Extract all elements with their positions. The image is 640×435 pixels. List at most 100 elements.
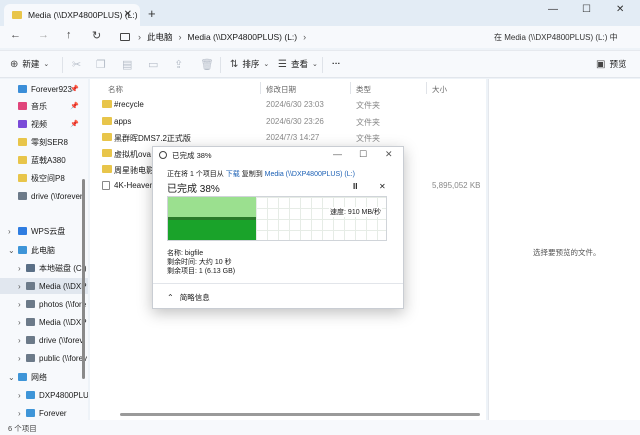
transfer-speed: 速度: 910 MB/秒 [329, 207, 382, 217]
sidebar-item-drive[interactable]: drive (\\forever [18, 188, 83, 204]
breadcrumb-this-pc[interactable]: 此电脑 [147, 31, 173, 43]
horizontal-scrollbar[interactable] [120, 413, 480, 416]
folder-icon [12, 11, 22, 19]
cut-icon[interactable]: ✂ [72, 58, 81, 71]
file-icon [102, 181, 110, 190]
chevron-right-icon[interactable]: › [18, 391, 21, 400]
chevron-right-icon[interactable]: › [8, 227, 11, 236]
sidebar-item-music[interactable]: 音乐 [18, 98, 47, 114]
rename-icon[interactable]: ▭ [148, 58, 158, 71]
paste-icon[interactable]: ▤ [122, 58, 132, 71]
network-drive-icon [18, 192, 27, 200]
chevron-down-icon[interactable]: ⌄ [8, 373, 15, 382]
items-remaining: 剩余项目: 1 (6.13 GB) [167, 268, 236, 275]
sidebar-scrollbar[interactable] [82, 179, 85, 379]
chevron-right-icon[interactable]: › [18, 282, 21, 291]
less-details-button[interactable]: ⌃ 简略信息 [167, 292, 210, 303]
sidebar-item-videos[interactable]: 视频 [18, 116, 47, 132]
close-button[interactable]: ✕ [616, 4, 624, 15]
chevron-right-icon[interactable]: › [18, 336, 21, 345]
chevron-right-icon[interactable]: › [18, 300, 21, 309]
title-bar: Media (\\DXP4800PLUS) (L:) ✕ + — ☐ ✕ [0, 0, 640, 26]
sidebar-item-c-drive[interactable]: 本地磁盘 (C:) [26, 260, 87, 276]
new-tab-button[interactable]: + [148, 6, 156, 21]
dialog-minimize-button[interactable]: — [333, 149, 342, 159]
folder-icon [102, 100, 112, 108]
file-type: 文件夹 [356, 118, 380, 127]
new-button[interactable]: ⊕ 新建 ⌄ [10, 58, 53, 70]
chevron-down-icon: ⌄ [263, 61, 270, 68]
sidebar-item-ser8[interactable]: 零刻SER8 [18, 134, 68, 150]
sidebar-item-drive-2[interactable]: drive (\\forev [26, 332, 83, 348]
pin-icon: 📌 [70, 86, 79, 93]
chevron-right-icon[interactable]: › [18, 318, 21, 327]
sidebar-item-photos[interactable]: photos (\\fore [26, 296, 86, 312]
command-bar: ⊕ 新建 ⌄ ✂ ❐ ▤ ▭ ⇪ 🗑 ⇅ 排序 ⌄ ☰ 查看 ⌄ ··· ▣ 预… [0, 50, 640, 78]
table-row[interactable]: apps 2024/6/30 23:26 文件夹 [98, 114, 484, 130]
status-bar: 6 个项目 [0, 420, 640, 435]
sidebar-item-a380[interactable]: 蓝戟A380 [18, 152, 66, 168]
maximize-button[interactable]: ☐ [582, 4, 591, 15]
sidebar-item-label: 视频 [31, 119, 47, 129]
column-header-date[interactable]: 修改日期 [266, 84, 296, 95]
cloud-icon [18, 227, 27, 235]
search-input[interactable]: 在 Media (\\DXP4800PLUS) (L:) 中 [486, 28, 636, 46]
clock-icon [159, 151, 167, 159]
refresh-button[interactable]: ↻ [92, 29, 101, 42]
column-divider[interactable] [260, 82, 261, 94]
preview-pane-button[interactable]: ▣ 预览 [596, 58, 626, 70]
chevron-down-icon: ⌄ [43, 61, 50, 68]
pause-button[interactable]: II [353, 182, 357, 191]
view-button[interactable]: ☰ 查看 ⌄ [278, 58, 322, 70]
sidebar-item-forever[interactable]: Forever [26, 405, 67, 420]
sidebar-item-dxp4800plus[interactable]: DXP4800PLUS [26, 387, 88, 403]
sidebar-item-public[interactable]: public (\\forev [26, 350, 87, 366]
column-divider[interactable] [350, 82, 351, 94]
sidebar-item-p8[interactable]: 极空间P8 [18, 170, 65, 186]
preview-label: 预览 [609, 59, 627, 69]
cancel-button[interactable]: ✕ [379, 182, 386, 191]
sidebar-item-media[interactable]: Media (\\DXP [0, 278, 88, 294]
column-header-size[interactable]: 大小 [432, 84, 447, 95]
chevron-right-icon[interactable]: › [18, 354, 21, 363]
sidebar-item-label: 网络 [31, 372, 47, 382]
dialog-maximize-button[interactable]: ☐ [359, 149, 367, 160]
dialog-close-button[interactable]: ✕ [385, 149, 393, 160]
chevron-down-icon[interactable]: ⌄ [8, 246, 15, 255]
chevron-right-icon[interactable]: › [18, 264, 21, 273]
more-button[interactable]: ··· [332, 58, 341, 68]
sidebar-item-network[interactable]: 网络 [18, 369, 47, 385]
share-icon[interactable]: ⇪ [174, 58, 183, 71]
minimize-button[interactable]: — [548, 4, 558, 15]
table-row[interactable]: 黑群晖DMS7.2正式版 2024/7/3 14:27 文件夹 [98, 130, 484, 146]
sidebar-item-forever923[interactable]: Forever923 [18, 81, 72, 97]
delete-icon[interactable]: 🗑 [200, 58, 214, 71]
chevron-right-icon[interactable]: › [18, 409, 21, 418]
percent-complete: 已完成 38% [167, 184, 220, 195]
address-bar: ← → ↑ ↻ › 此电脑 › Media (\\DXP4800PLUS) (L… [0, 26, 640, 48]
destination-link[interactable]: Media (\\DXP4800PLUS) (L:) [265, 171, 355, 178]
tab-media[interactable]: Media (\\DXP4800PLUS) (L:) ✕ [4, 4, 140, 26]
file-date: 2024/6/30 23:03 [266, 100, 324, 109]
column-header-name[interactable]: 名称 [108, 84, 123, 95]
source-link[interactable]: 下载 [226, 171, 240, 178]
path-box[interactable]: › 此电脑 › Media (\\DXP4800PLUS) (L:) › [114, 28, 480, 46]
breadcrumb-media[interactable]: Media (\\DXP4800PLUS) (L:) [188, 32, 298, 42]
sort-button[interactable]: ⇅ 排序 ⌄ [230, 58, 273, 70]
computer-icon [26, 391, 35, 399]
sidebar-item-this-pc[interactable]: 此电脑 [18, 242, 55, 258]
copy-icon[interactable]: ❐ [96, 58, 106, 71]
tab-close-icon[interactable]: ✕ [124, 9, 132, 20]
sidebar-item-label: drive (\\forev [39, 335, 84, 345]
file-name: 虚拟机ova [114, 150, 151, 159]
up-button[interactable]: ↑ [66, 29, 72, 41]
sidebar-item-wps[interactable]: WPS云盘 [18, 223, 65, 239]
forward-button[interactable]: → [38, 29, 49, 41]
column-divider[interactable] [426, 82, 427, 94]
table-row[interactable]: #recycle 2024/6/30 23:03 文件夹 [98, 97, 484, 113]
file-size: 5,895,052 KB [432, 181, 481, 190]
new-label: 新建 [22, 59, 40, 69]
column-header-type[interactable]: 类型 [356, 84, 371, 95]
sidebar-item-media-2[interactable]: Media (\\DXP [26, 314, 87, 330]
back-button[interactable]: ← [10, 29, 21, 41]
